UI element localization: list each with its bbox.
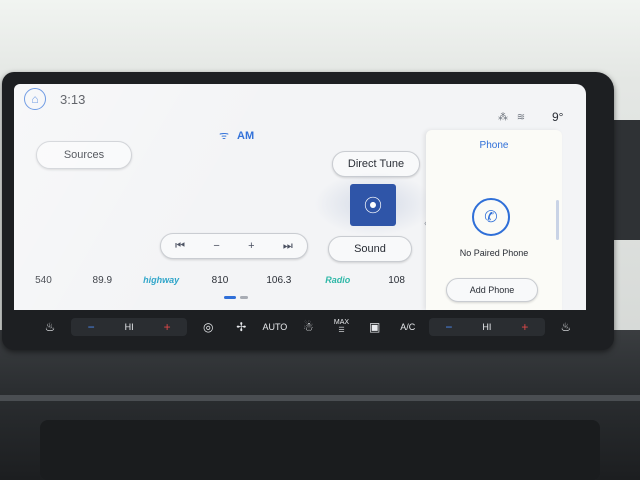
connectivity-icons: ⁂ ≋ <box>498 112 529 123</box>
preset-item[interactable]: 810 <box>191 275 250 286</box>
seek-forward-button[interactable]: ⏭ <box>283 240 293 253</box>
preset-bar: 540 89.9 highway 810 106.3 Radio 108 <box>14 260 426 300</box>
left-temp-down-button[interactable]: − <box>79 320 103 334</box>
dashboard-trim <box>0 395 640 401</box>
page-dot-active <box>224 296 236 299</box>
tune-down-button[interactable]: − <box>213 240 219 252</box>
dashboard-top <box>0 0 640 80</box>
side-scrollbar[interactable] <box>556 200 559 240</box>
right-temp-down-button[interactable]: − <box>437 320 461 334</box>
left-temp-value: HI <box>124 322 134 332</box>
radio-antenna-icon: ⦿ <box>364 196 382 216</box>
auto-button[interactable]: AUTO <box>262 322 287 332</box>
defrost-icon: ☰ <box>338 327 345 334</box>
dashboard-vent <box>40 420 600 480</box>
ac-button[interactable]: A/C <box>396 322 420 332</box>
phone-status: No Paired Phone <box>459 248 529 258</box>
preset-item[interactable]: 540 <box>14 275 73 286</box>
phone-panel: Phone ✆ No Paired Phone Add Phone <box>426 130 562 310</box>
phone-title: Phone <box>479 140 509 151</box>
left-temp-control: − HI + <box>71 318 188 336</box>
seat-heat-left-icon[interactable]: ♨ <box>38 320 62 334</box>
add-phone-button[interactable]: Add Phone <box>446 278 538 302</box>
tune-up-button[interactable]: + <box>248 240 254 252</box>
preset-item[interactable]: 106.3 <box>249 275 308 286</box>
clock: 3:13 <box>60 92 86 107</box>
right-temp-up-button[interactable]: + <box>513 320 537 334</box>
preset-item[interactable]: 89.9 <box>73 275 132 286</box>
climate-bar: ♨ − HI + ◎ ✢ AUTO ☃ MAX ☰ ▣ A/C − HI + ♨ <box>38 314 578 340</box>
page-indicator <box>224 296 248 299</box>
sound-button[interactable]: Sound <box>328 236 412 262</box>
preset-item-logo[interactable]: highway <box>132 275 191 285</box>
home-icon: ⌂ <box>31 92 39 106</box>
steering-heat-icon[interactable]: ◎ <box>196 320 220 334</box>
infotainment-screen: ⌂ 3:13 ⁂ ≋ 9° ᯤ AM Sources Direct Tune ⦿… <box>14 84 586 310</box>
max-defrost-button[interactable]: MAX ☰ <box>330 319 354 335</box>
radio-antenna-icon: ᯤ <box>219 130 230 142</box>
rear-defrost-icon[interactable]: ▣ <box>363 320 387 334</box>
station-tile[interactable]: ⦿ <box>350 184 396 226</box>
phone-icon[interactable]: ✆ <box>472 198 510 236</box>
preset-item-logo[interactable]: Radio <box>308 275 367 285</box>
airflow-icon[interactable]: ☃ <box>296 320 320 334</box>
left-temp-up-button[interactable]: + <box>155 320 179 334</box>
tuner-controls: ⏮ − + ⏭ <box>160 233 308 259</box>
seek-back-button[interactable]: ⏮ <box>175 240 185 253</box>
right-temp-control: − HI + <box>428 318 545 336</box>
fan-icon[interactable]: ✢ <box>229 320 253 334</box>
right-temp-value: HI <box>482 322 492 332</box>
band-label: AM <box>237 129 255 142</box>
band-header: ᯤ AM <box>219 128 254 143</box>
page-dot <box>240 296 248 299</box>
sources-button[interactable]: Sources <box>36 141 132 169</box>
outside-temperature: 9° <box>552 110 564 124</box>
home-button[interactable]: ⌂ <box>24 88 46 110</box>
seat-heat-right-icon[interactable]: ♨ <box>554 320 578 334</box>
preset-item[interactable]: 108 <box>367 275 426 286</box>
max-label: MAX <box>333 319 350 326</box>
